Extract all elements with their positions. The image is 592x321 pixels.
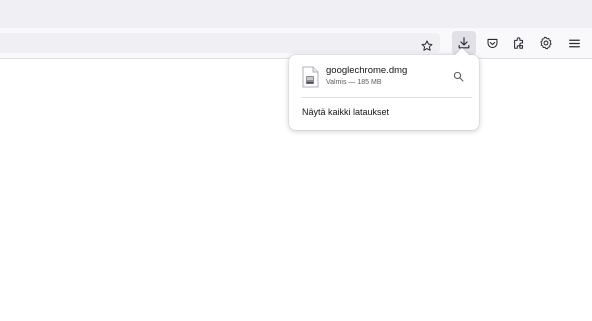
show-all-downloads-button[interactable]: Näytä kaikki lataukset: [302, 107, 389, 117]
star-icon[interactable]: [419, 38, 435, 54]
url-bar[interactable]: [0, 33, 440, 53]
panel-divider: [301, 97, 472, 98]
settings-icon: [539, 36, 553, 50]
downloads-panel: googlechrome.dmg Valmis — 185 MB Näytä k…: [289, 47, 479, 130]
tab-strip: [0, 0, 592, 28]
pocket-icon: [486, 37, 499, 50]
menu-icon: [568, 37, 581, 50]
download-status: Valmis — 185 MB: [326, 79, 382, 86]
pocket-button[interactable]: [480, 31, 504, 55]
extensions-button[interactable]: [507, 31, 531, 55]
menu-button[interactable]: [562, 31, 586, 55]
search-icon[interactable]: [451, 69, 465, 83]
download-icon: [457, 36, 471, 50]
extensions-icon: [512, 36, 526, 50]
download-item[interactable]: googlechrome.dmg Valmis — 185 MB: [289, 55, 479, 97]
download-file-name: googlechrome.dmg: [326, 65, 408, 76]
dmg-file-icon: [301, 66, 319, 88]
settings-button[interactable]: [534, 31, 558, 55]
